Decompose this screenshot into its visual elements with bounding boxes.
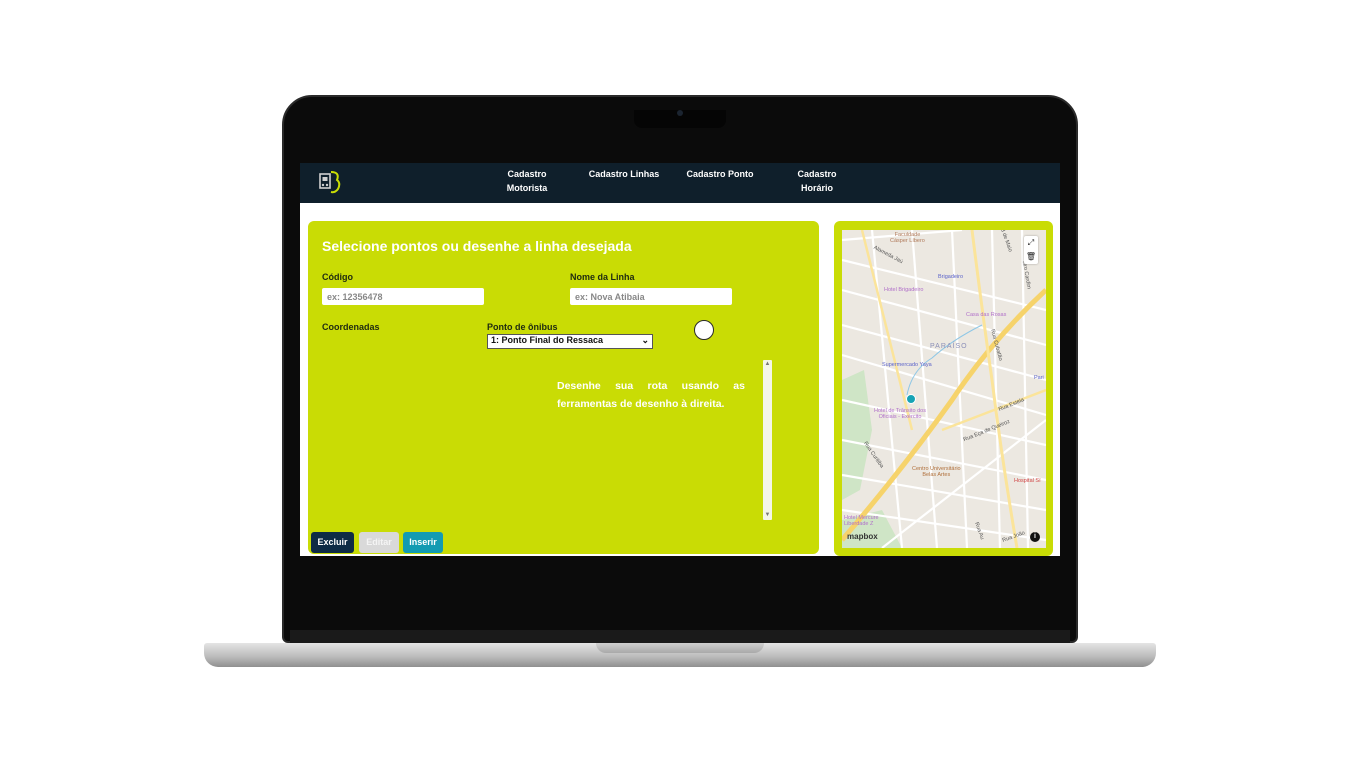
- excluir-button[interactable]: Excluir: [311, 532, 354, 553]
- nav-cadastro-motorista[interactable]: Cadastro Motorista: [500, 167, 554, 195]
- info-icon[interactable]: i: [1030, 532, 1040, 542]
- nav-label: Cadastro Linhas: [588, 169, 660, 179]
- map-label-hospital: Hospital Sí: [1014, 478, 1041, 484]
- chevron-down-icon: ⌄: [641, 335, 649, 345]
- draw-controls: ⤢ 🗑: [1024, 236, 1038, 264]
- inserir-button[interactable]: Inserir: [403, 532, 443, 553]
- nav-cadastro-horario[interactable]: Cadastro Horário: [790, 167, 844, 195]
- line-form-panel: Selecione pontos ou desenhe a linha dese…: [308, 221, 819, 554]
- draw-instructions: Desenhe sua rota usando as ferramentas d…: [557, 380, 745, 410]
- map-label-supermercado: Supermercado Yaya: [882, 362, 932, 368]
- nav-label: Cadastro Horário: [797, 169, 837, 193]
- nav-label: Cadastro Ponto: [686, 169, 754, 179]
- trash-icon[interactable]: 🗑: [1024, 250, 1038, 264]
- editar-button[interactable]: Editar: [359, 532, 399, 553]
- codigo-label: Código: [322, 272, 353, 282]
- app-logo-icon[interactable]: [318, 169, 342, 195]
- map-panel: Faculdade Cásper Líbero 13 de Maio stro …: [834, 221, 1053, 556]
- map-label-faculdade: Faculdade Cásper Líbero: [890, 232, 925, 244]
- map-label-centro-univ: Centro Universitário Belas Artes: [912, 466, 961, 478]
- map-label-brigadeiro: Brigadeiro: [938, 274, 964, 280]
- nav-cadastro-linhas[interactable]: Cadastro Linhas: [588, 167, 660, 181]
- coordinates-scrollbar[interactable]: ▲ ▼: [763, 360, 772, 520]
- coordenadas-label: Coordenadas: [322, 322, 380, 332]
- route-map[interactable]: Faculdade Cásper Líbero 13 de Maio stro …: [842, 230, 1046, 548]
- scroll-down-icon[interactable]: ▼: [763, 511, 772, 520]
- top-navbar: Cadastro Motorista Cadastro Linhas Cadas…: [300, 163, 1060, 203]
- map-label-paraiso: PARAÍSO: [930, 343, 968, 350]
- color-picker-circle[interactable]: [694, 320, 714, 340]
- app-screen: Cadastro Motorista Cadastro Linhas Cadas…: [300, 163, 1060, 556]
- laptop-base-notch: [596, 643, 764, 653]
- map-label-hotel-brigadeiro: Hotel Brigadeiro: [884, 287, 924, 293]
- map-label-hotel-transito: Hotel de Trânsito dos Oficiais - Exércit…: [874, 408, 926, 420]
- map-label-casa-rosas: Casa das Rosas: [966, 312, 1007, 318]
- bus-stop-marker[interactable]: [906, 394, 916, 404]
- ponto-selected-value: 1: Ponto Final do Ressaca: [491, 335, 604, 345]
- map-label-hotel-mercure: Hotel Mercure Liberdade Z: [844, 515, 879, 527]
- camera-icon: [677, 110, 683, 116]
- ponto-onibus-label: Ponto de ônibus: [487, 322, 558, 332]
- codigo-input[interactable]: [322, 288, 484, 305]
- draw-line-icon[interactable]: ⤢: [1024, 236, 1038, 250]
- page-title: Selecione pontos ou desenhe a linha dese…: [322, 238, 632, 254]
- scroll-up-icon[interactable]: ▲: [763, 360, 772, 369]
- laptop-hinge: [290, 630, 1070, 643]
- nome-linha-label: Nome da Linha: [570, 272, 635, 282]
- nav-cadastro-ponto[interactable]: Cadastro Ponto: [684, 167, 756, 181]
- nav-label: Cadastro Motorista: [506, 169, 548, 193]
- map-label-paris: Pari: [1034, 375, 1044, 381]
- nome-linha-input[interactable]: [570, 288, 732, 305]
- mapbox-logo[interactable]: mapbox: [847, 532, 878, 541]
- ponto-onibus-select[interactable]: 1: Ponto Final do Ressaca ⌄: [487, 334, 653, 349]
